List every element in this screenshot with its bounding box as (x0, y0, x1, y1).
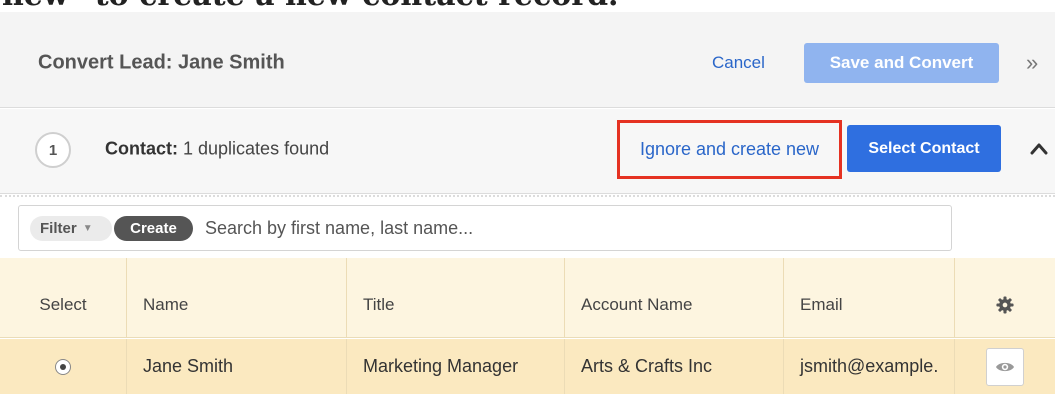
radio-selected-icon[interactable] (55, 358, 71, 375)
row-actions-cell (955, 339, 1055, 394)
filter-bar: Filter ▼ Create (18, 205, 952, 251)
cell-name: Jane Smith (127, 339, 347, 394)
ignore-and-create-new-link[interactable]: Ignore and create new (640, 139, 819, 160)
duplicates-table: Select Name Title Account Name Email Jan… (0, 258, 1055, 394)
eye-icon (996, 362, 1014, 371)
contact-duplicates-label: Contact: 1 duplicates found (105, 139, 329, 160)
cancel-button[interactable]: Cancel (712, 53, 765, 73)
cell-title: Marketing Manager (347, 339, 565, 394)
double-chevron-right-icon[interactable]: » (1026, 50, 1038, 76)
filter-dropdown[interactable]: Filter ▼ (30, 216, 112, 241)
convert-lead-header: Convert Lead: Jane Smith Cancel Save and… (0, 12, 1055, 108)
section-divider (0, 195, 1055, 197)
column-header-account-name[interactable]: Account Name (565, 258, 784, 337)
doc-caption: new" to create a new contact record. (0, 0, 1055, 12)
contact-section-header: 1 Contact: 1 duplicates found Ignore and… (0, 109, 1055, 194)
column-header-name[interactable]: Name (127, 258, 347, 337)
gear-icon[interactable] (996, 295, 1014, 314)
cell-account-name: Arts & Crafts Inc (565, 339, 784, 394)
step-number-badge: 1 (35, 132, 71, 168)
column-header-title[interactable]: Title (347, 258, 565, 337)
section-label-bold: Contact: (105, 138, 178, 159)
chevron-up-icon[interactable] (1030, 140, 1048, 158)
select-contact-button[interactable]: Select Contact (847, 125, 1001, 172)
page-title: Convert Lead: Jane Smith (38, 51, 285, 74)
search-input[interactable] (205, 215, 725, 242)
column-settings (955, 258, 1055, 337)
table-row[interactable]: Jane Smith Marketing Manager Arts & Craf… (0, 339, 1055, 394)
preview-button[interactable] (986, 347, 1024, 386)
column-header-select: Select (0, 258, 127, 337)
section-label-rest: 1 duplicates found (178, 138, 330, 159)
cell-email: jsmith@example. (784, 339, 955, 394)
highlight-box: Ignore and create new (617, 120, 842, 179)
table-header-row: Select Name Title Account Name Email (0, 258, 1055, 338)
radio-dot (60, 363, 66, 370)
caret-down-icon: ▼ (82, 223, 93, 234)
save-and-convert-button[interactable]: Save and Convert (804, 43, 999, 83)
filter-label: Filter (40, 220, 77, 237)
create-filter-button[interactable]: Create (114, 216, 193, 241)
select-cell (0, 339, 127, 394)
column-header-email[interactable]: Email (784, 258, 955, 337)
